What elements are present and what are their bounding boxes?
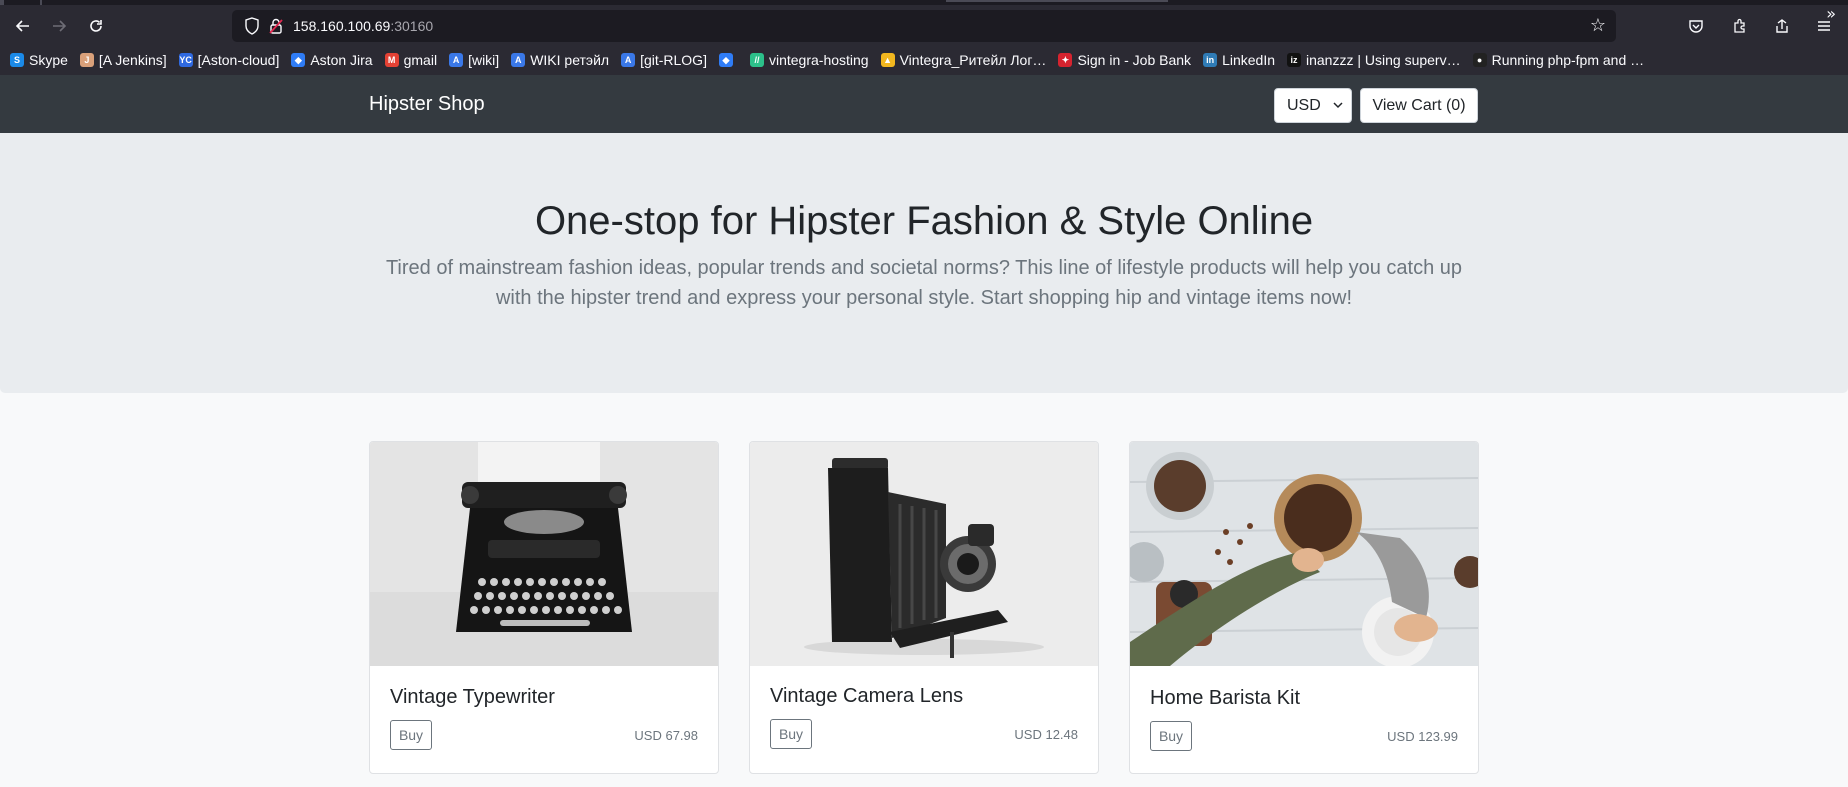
url-text: 158.160.100.69:30160 [293,18,433,34]
brand-logo[interactable]: Hipster Shop [369,93,485,116]
bookmark-label: vintegra-hosting [768,52,869,68]
confluence-icon: A [449,53,464,67]
navigation-toolbar: 158.160.100.69:30160 ☆ [0,8,1848,44]
browser-chrome: 158.160.100.69:30160 ☆ S Skype J [A Jenkins… [0,0,1848,75]
bookmark-item[interactable]: // vintegra-hosting [749,48,869,72]
canada-leaf-icon: ✦ [1058,53,1073,67]
forward-arrow-icon[interactable] [45,12,73,40]
bookmark-item[interactable]: ● Running php-fpm and … [1472,48,1645,72]
jira-icon: ◆ [291,53,306,67]
product-title[interactable]: Home Barista Kit [1150,687,1300,710]
tab-strip [0,0,1848,5]
hero-banner: One-stop for Hipster Fashion & Style Onl… [0,133,1848,393]
product-title[interactable]: Vintage Camera Lens [770,685,963,708]
active-tab[interactable] [946,0,1168,2]
bookmark-item[interactable]: A [wiki] [449,48,499,72]
bookmark-item[interactable]: ◆ [718,48,738,72]
jira-icon: ◆ [718,53,733,67]
bookmark-item[interactable]: J [A Jenkins] [79,48,167,72]
google-drive-icon: ▲ [880,53,895,67]
share-icon[interactable] [1772,16,1792,36]
bookmark-label: [A Jenkins] [98,52,167,68]
bookmark-label: LinkedIn [1222,52,1275,68]
hosting-icon: // [749,53,764,67]
product-price: USD 67.98 [634,728,698,743]
tab-edge[interactable] [0,0,4,5]
product-title[interactable]: Vintage Typewriter [390,686,555,709]
product-card[interactable]: Vintage Typewriter Buy USD 67.98 [369,441,719,774]
hero-title: One-stop for Hipster Fashion & Style Onl… [534,199,1314,243]
bookmark-label: Running php-fpm and … [1491,52,1645,68]
typewriter-image[interactable] [370,442,718,666]
insecure-lock-icon[interactable] [268,17,284,35]
currency-select[interactable]: USD [1274,88,1352,123]
bookmark-item[interactable]: Mgmail [384,48,438,72]
product-price: USD 12.48 [1014,727,1078,742]
reload-icon[interactable] [82,12,110,40]
view-cart-button[interactable]: View Cart (0) [1360,88,1478,123]
product-card[interactable]: Home Barista Kit Buy USD 123.99 [1129,441,1479,774]
product-grid: Vintage Typewriter Buy USD 67.98 Vintage [369,441,1479,787]
bookmark-label: WIKI ретэйл [530,52,610,68]
bookmark-label: [wiki] [468,52,500,68]
bookmarks-toolbar: S Skype J [A Jenkins] YC [Aston-cloud] ◆ Aston … [0,46,1848,74]
confluence-icon: A [621,53,636,67]
linkedin-icon: in [1203,53,1218,67]
bookmark-label: [git-RLOG] [640,52,707,68]
bookmark-label: inanzzz | Using superv… [1306,52,1461,68]
bookmarks-overflow-icon[interactable]: » [1826,4,1836,23]
inanzzz-icon: iz [1287,53,1301,67]
product-price: USD 123.99 [1387,729,1458,744]
jenkins-icon: J [79,53,94,67]
bookmark-item[interactable]: ▲ Vintegra_Ритейл Лог… [880,48,1047,72]
github-icon: ● [1472,53,1487,67]
bookmark-label: [Aston-cloud] [197,52,280,68]
bookmark-item[interactable]: S Skype [10,48,68,72]
bookmark-label: Aston Jira [310,52,373,68]
product-card[interactable]: Vintage Camera Lens Buy USD 12.48 [749,441,1099,774]
camera-image[interactable] [750,442,1098,666]
site-header: Hipster Shop USD View Cart (0) [0,75,1848,133]
bookmark-label: Vintegra_Ритейл Лог… [899,52,1047,68]
bookmark-label: gmail [403,52,438,68]
pocket-icon[interactable] [1686,16,1706,36]
bookmark-item[interactable]: iz inanzzz | Using superv… [1287,48,1461,72]
address-bar[interactable]: 158.160.100.69:30160 ☆ [232,10,1616,42]
bookmark-item[interactable]: ◆ Aston Jira [291,48,373,72]
bookmark-label: Skype [29,52,68,68]
bookmark-star-icon[interactable]: ☆ [1590,15,1606,36]
url-port: :30160 [390,18,434,34]
shield-icon[interactable] [244,17,260,35]
bookmark-item[interactable]: A [git-RLOG] [621,48,707,72]
buy-button[interactable]: Buy [1150,721,1192,751]
url-host: 158.160.100.69 [293,18,391,34]
buy-button[interactable]: Buy [770,719,812,749]
currency-value: USD [1287,96,1321,114]
bookmark-item[interactable]: in LinkedIn [1203,48,1275,72]
bookmark-item[interactable]: YC [Aston-cloud] [178,48,280,72]
bookmark-item[interactable]: ✦ Sign in - Job Bank [1058,48,1191,72]
back-arrow-icon[interactable] [9,12,37,40]
bookmark-label: Sign in - Job Bank [1077,52,1192,68]
yandex-cloud-icon: YC [178,53,193,67]
bookmark-item[interactable]: A WIKI ретэйл [511,48,609,72]
hero-lead: Tired of mainstream fashion ideas, popul… [385,257,1463,309]
buy-button[interactable]: Buy [390,720,432,750]
tab-edge[interactable] [40,0,42,5]
skype-icon: S [10,53,24,67]
confluence-icon: A [511,53,526,67]
extensions-puzzle-icon[interactable] [1730,16,1750,36]
chevron-down-icon [1333,102,1343,109]
gmail-icon: M [384,53,399,67]
barista-kit-image[interactable] [1130,442,1478,666]
